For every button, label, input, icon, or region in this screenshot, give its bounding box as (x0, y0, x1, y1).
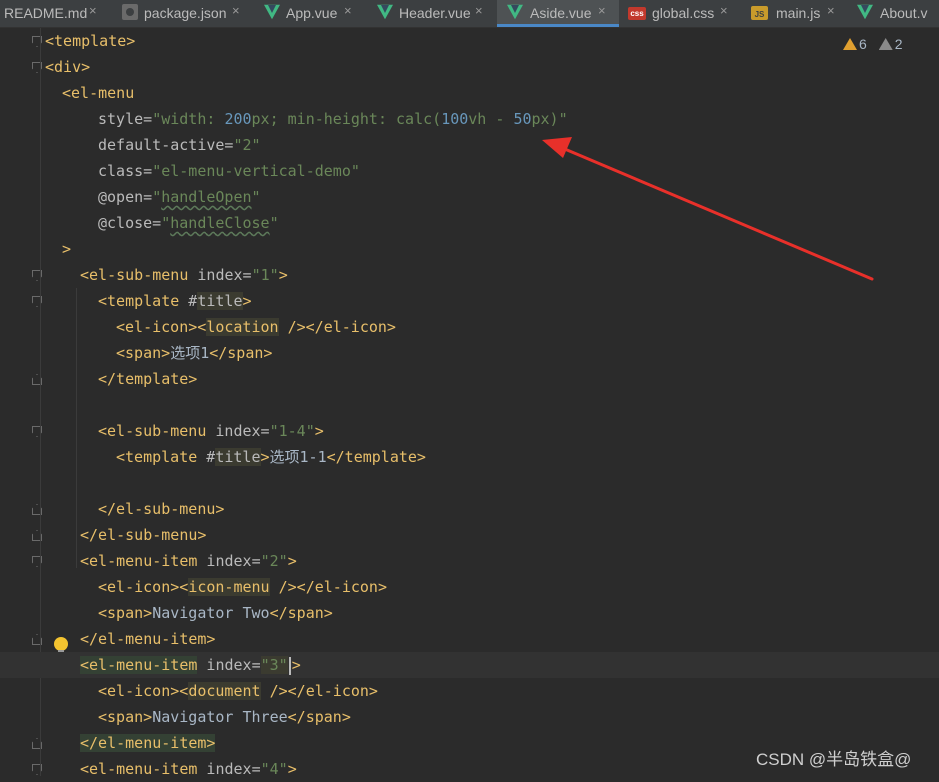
code-line: class="el-menu-vertical-demo" (98, 162, 360, 180)
code-line: </el-sub-menu> (80, 526, 207, 544)
css-file-icon: css (628, 7, 646, 20)
tab-label: global.css (652, 5, 715, 21)
code-line: <el-sub-menu index="1-4"> (98, 422, 324, 440)
close-icon[interactable]: × (344, 0, 352, 22)
code-line: default-active="2" (98, 136, 261, 154)
close-icon[interactable]: × (475, 0, 483, 22)
warning-count: 6 (859, 36, 867, 52)
close-icon[interactable]: × (720, 0, 728, 22)
active-tab-indicator (497, 24, 619, 27)
code-line: <el-icon><location /></el-icon> (116, 318, 396, 336)
tab-main-js[interactable]: JS main.js × (740, 0, 849, 27)
js-file-icon: JS (751, 6, 768, 20)
tab-header-vue[interactable]: Header.vue × (367, 0, 497, 27)
code-line: <el-menu (62, 84, 135, 102)
editor-tab-bar: README.md × package.json × App.vue × Hea… (0, 0, 939, 28)
code-line: <span>Navigator Three</span> (98, 708, 351, 726)
tab-app-vue[interactable]: App.vue × (254, 0, 367, 27)
code-line: <el-icon><icon-menu /></el-icon> (98, 578, 387, 596)
tab-label: About.v (880, 5, 928, 21)
code-line: <template> (45, 32, 136, 50)
tab-package-json[interactable]: package.json × (112, 0, 254, 27)
watermark: CSDN @半岛铁盒@ (756, 750, 912, 769)
tab-global-css[interactable]: css global.css × (619, 0, 740, 27)
code-line: <template #title>选项1-1</template> (116, 448, 426, 466)
code-line: <span>选项1</span> (116, 344, 273, 362)
weak-warning-count: 2 (894, 36, 903, 52)
code-line: <el-menu-item index="2"> (80, 552, 297, 570)
tab-label: README.md (4, 5, 88, 21)
vue-file-icon (507, 4, 523, 20)
code-line: <el-sub-menu index="1"> (80, 266, 288, 284)
vue-file-icon (857, 4, 873, 20)
tab-label: Aside.vue (530, 5, 592, 21)
weak-warning-icon (878, 38, 893, 50)
code-line: <div> (45, 58, 91, 76)
vue-file-icon (377, 4, 393, 20)
code-line: </template> (98, 370, 198, 388)
tab-aside-vue[interactable]: Aside.vue × (497, 0, 619, 27)
tab-label: App.vue (286, 5, 338, 21)
code-line: <template #title> (98, 292, 252, 310)
text-caret (288, 656, 291, 675)
inspection-widget[interactable]: 6 2 (843, 33, 902, 55)
vue-file-icon (264, 4, 280, 20)
close-icon[interactable]: × (89, 0, 97, 22)
tab-label: package.json (144, 5, 227, 21)
code-line: @open="handleOpen" (98, 188, 261, 206)
code-line: style="width: 200px; min-height: calc(10… (98, 110, 568, 128)
close-icon[interactable]: × (232, 0, 240, 22)
code-line: <el-icon><document /></el-icon> (98, 682, 378, 700)
tab-label: Header.vue (399, 5, 471, 21)
close-icon[interactable]: × (827, 0, 835, 22)
code-line: </el-sub-menu> (98, 500, 225, 518)
tab-label: main.js (776, 5, 821, 21)
tab-about-vue[interactable]: About.v (849, 0, 939, 27)
code-line: > (62, 240, 72, 258)
json-file-icon (122, 4, 138, 20)
warning-icon (843, 38, 857, 50)
close-icon[interactable]: × (598, 0, 606, 22)
code-line: </el-menu-item> (80, 630, 216, 648)
code-line: <span>Navigator Two</span> (98, 604, 333, 622)
tab-readme[interactable]: README.md × (0, 0, 112, 27)
current-code-line: <el-menu-item index="3" > (0, 652, 939, 678)
code-line: @close="handleClose" (98, 214, 279, 232)
